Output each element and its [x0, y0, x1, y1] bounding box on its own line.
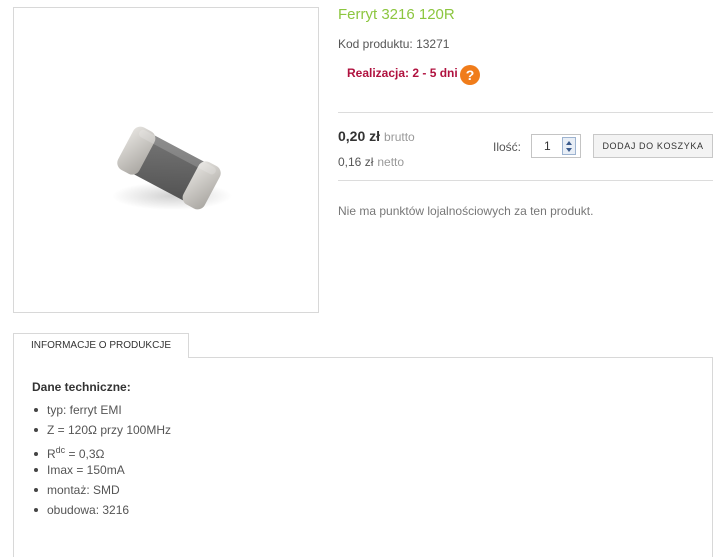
bullet-icon — [34, 507, 38, 512]
loyalty-info: Nie ma punktów lojalnościowych za ten pr… — [338, 204, 594, 218]
bullet-icon — [34, 467, 38, 472]
product-image[interactable] — [13, 7, 319, 313]
spec-text: montaż: SMD — [47, 483, 120, 497]
list-item: Imax = 150mA — [34, 463, 171, 483]
spec-text: obudowa: 3216 — [47, 503, 130, 517]
tech-specs-heading: Dane techniczne: — [32, 380, 131, 394]
divider-top — [338, 112, 713, 113]
list-item: Rdc = 0,3Ω — [34, 443, 171, 463]
price-brutto-label: brutto — [384, 130, 415, 144]
bullet-icon — [34, 487, 38, 492]
tab-product-info[interactable]: INFORMACJE O PRODUKCJE — [13, 333, 189, 358]
spec-text: Imax = 150mA — [47, 463, 125, 477]
product-title: Ferryt 3216 120R — [338, 6, 455, 23]
product-code: Kod produktu: 13271 — [338, 37, 449, 51]
quantity-label: Ilość: — [493, 140, 522, 154]
quantity-spinner[interactable] — [562, 137, 576, 155]
spec-text-r: R — [47, 447, 56, 461]
spinner-up-icon[interactable] — [566, 141, 572, 145]
list-item: Z = 120Ω przy 100MHz — [34, 423, 171, 443]
product-code-value: 13271 — [416, 37, 450, 51]
list-item: montaż: SMD — [34, 483, 171, 503]
tech-specs-list: typ: ferryt EMI Z = 120Ω przy 100MHz Rdc… — [34, 403, 171, 523]
spec-text-sup: dc — [55, 445, 66, 455]
spec-text: Z = 120Ω przy 100MHz — [47, 423, 172, 437]
price-brutto-value: 0,20 zł — [338, 128, 381, 144]
bullet-icon — [34, 427, 38, 432]
price-netto-label: netto — [377, 155, 405, 169]
product-code-label: Kod produktu: — [338, 37, 413, 51]
ferrite-chip-image — [112, 126, 232, 210]
realization-time: Realizacja: 2 - 5 dni — [347, 66, 458, 80]
divider-bottom — [338, 180, 713, 181]
price-brutto: 0,20 zł brutto — [338, 128, 415, 144]
spec-text-value: = 0,3Ω — [68, 447, 105, 461]
bullet-icon — [34, 407, 38, 412]
question-mark-icon[interactable]: ? — [460, 65, 480, 85]
list-item: typ: ferryt EMI — [34, 403, 171, 423]
add-to-cart-button[interactable]: DODAJ DO KOSZYKA — [593, 134, 713, 158]
bullet-icon — [34, 451, 38, 456]
spinner-down-icon[interactable] — [566, 148, 572, 152]
list-item: obudowa: 3216 — [34, 503, 171, 523]
price-netto: 0,16 zł netto — [338, 155, 404, 169]
spec-text: typ: ferryt EMI — [47, 403, 122, 417]
price-netto-value: 0,16 zł — [338, 155, 374, 169]
